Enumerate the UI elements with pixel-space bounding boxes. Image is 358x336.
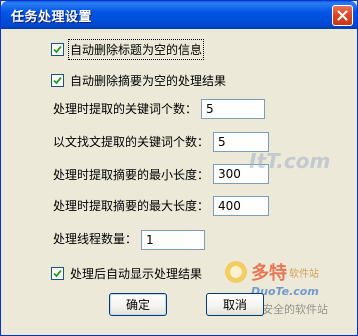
watermark-brand: 多特 <box>251 263 287 284</box>
summary-max-length-label: 处理时提取摘要的最大长度： <box>53 199 210 213</box>
summary-max-length-input[interactable]: 400 <box>213 196 269 216</box>
close-button[interactable] <box>332 5 353 26</box>
auto-show-results-label: 处理后自动显示处理结果 <box>70 267 203 281</box>
duote-logo-icon <box>225 261 247 283</box>
keyword-count-extract-label: 处理时提取的关键词个数： <box>53 102 198 116</box>
thread-count-input[interactable]: 1 <box>141 230 205 250</box>
checkmark-icon <box>53 76 62 85</box>
auto-delete-empty-summary-checkbox[interactable] <box>51 74 64 87</box>
title-bar[interactable]: 任务处理设置 <box>1 1 357 29</box>
auto-delete-empty-summary-option[interactable]: 自动删除摘要为空的处理结果 <box>51 72 226 89</box>
checkmark-icon <box>53 45 62 54</box>
cancel-button[interactable]: 取消 <box>206 293 264 316</box>
window-title: 任务处理设置 <box>11 10 93 25</box>
ok-button[interactable]: 确定 <box>109 293 167 316</box>
auto-delete-empty-title-checkbox[interactable] <box>51 43 64 56</box>
watermark-brand-suffix: 软件站 <box>289 269 319 280</box>
auto-show-results-checkbox[interactable] <box>51 267 64 280</box>
auto-delete-empty-summary-label: 自动删除摘要为空的处理结果 <box>70 74 227 88</box>
auto-show-results-option[interactable]: 处理后自动显示处理结果 <box>51 265 202 282</box>
summary-min-length-label: 处理时提取摘要的最小长度： <box>53 168 210 182</box>
dialog-window: 任务处理设置 自动删除标题为空的信息 自动删除摘要为空的处理结果 处理时提取的关… <box>0 0 358 336</box>
auto-delete-empty-title-label: 自动删除标题为空的信息 <box>67 39 205 60</box>
thread-count-label: 处理线程数量： <box>53 232 138 246</box>
keyword-count-text-label: 以文找文提取的关键词个数： <box>53 135 210 149</box>
checkmark-icon <box>53 269 62 278</box>
close-icon <box>337 10 348 21</box>
keyword-count-extract-input[interactable]: 5 <box>201 99 265 119</box>
center-watermark: ItT.com <box>249 149 331 173</box>
auto-delete-empty-title-option[interactable]: 自动删除标题为空的信息 <box>51 39 205 60</box>
